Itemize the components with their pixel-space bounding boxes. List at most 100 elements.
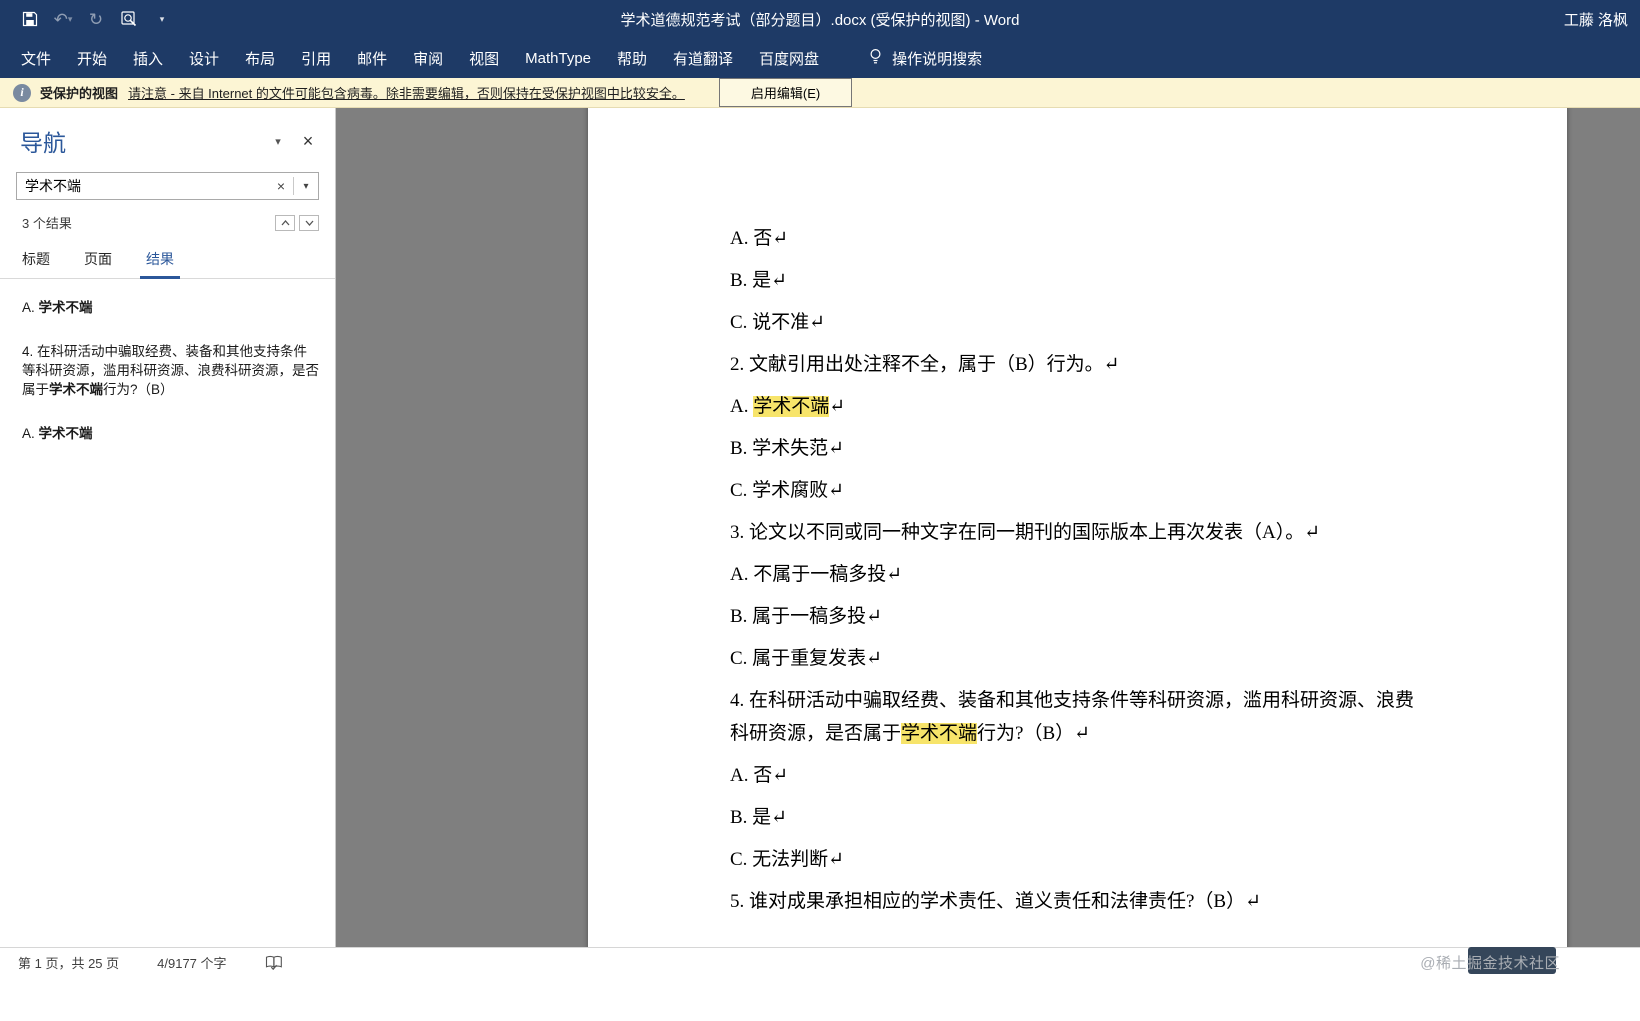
ribbon-tab-view[interactable]: 视图 <box>456 38 512 78</box>
undo-dropdown-icon[interactable]: ▾ <box>68 14 73 24</box>
nav-pane-options-icon[interactable]: ▾ <box>263 129 293 153</box>
watermark: @稀土掘金技术社区 <box>1420 955 1560 972</box>
protected-view-label: 受保护的视图 <box>40 86 119 101</box>
text-run: 3. 论文以不同或同一种文字在同一期刊的国际版本上再次发表（A）。↵ <box>730 522 1321 543</box>
proofing-status-icon[interactable] <box>265 955 283 970</box>
nav-tab-headings[interactable]: 标题 <box>16 243 56 278</box>
text-run: A. 不属于一稿多投↵ <box>730 564 903 585</box>
navigation-pane: 导航 ▾ × × ▾ 3 个结果 标题页面结果 A. 学术不端4. 在科研活动中… <box>0 108 336 947</box>
doc-paragraph: C. 学术腐败↵ <box>730 474 1420 507</box>
tell-me-icon <box>868 48 883 69</box>
qat-customize-icon[interactable]: ▾ <box>152 9 172 29</box>
save-icon[interactable] <box>20 9 40 29</box>
doc-paragraph: C. 说不准↵ <box>730 306 1420 339</box>
doc-paragraph: B. 是↵ <box>730 264 1420 297</box>
nav-pane-close-icon[interactable]: × <box>293 129 323 153</box>
search-clear-icon[interactable]: × <box>269 173 293 199</box>
text-run: A. 否↵ <box>730 765 789 786</box>
doc-paragraph: A. 否↵ <box>730 759 1420 792</box>
word-count-status[interactable]: 4/9177 个字 <box>157 953 226 972</box>
nav-result-count-row: 3 个结果 <box>22 213 319 232</box>
redo-icon[interactable]: ↻ <box>86 9 106 29</box>
text-run: A. <box>22 426 39 441</box>
doc-paragraph: A. 否↵ <box>730 222 1420 255</box>
navigation-title: 导航 <box>20 130 66 156</box>
highlighted-text: 学术不端 <box>901 723 978 744</box>
undo-icon[interactable]: ↶ ▾ <box>53 9 73 29</box>
tell-me-search[interactable]: 操作说明搜索 <box>868 48 982 69</box>
doc-paragraph: B. 属于一稿多投↵ <box>730 600 1420 633</box>
text-run: ↵ <box>829 396 846 417</box>
page-number-status[interactable]: 第 1 页，共 25 页 <box>18 953 119 972</box>
nav-result-item[interactable]: 4. 在科研活动中骗取经费、装备和其他支持条件等科研资源，滥用科研资源、浪费科研… <box>22 342 319 399</box>
ribbon-tab-mailings[interactable]: 邮件 <box>344 38 400 78</box>
text-run: C. 说不准↵ <box>730 312 826 333</box>
ribbon-tab-mathtype[interactable]: MathType <box>512 38 604 78</box>
doc-paragraph: 5. 谁对成果承担相应的学术责任、道义责任和法律责任?（B）↵ <box>730 885 1420 918</box>
text-run: 学术不端 <box>49 382 103 397</box>
nav-tab-results[interactable]: 结果 <box>140 243 180 279</box>
text-run: 2. 文献引用出处注释不全，属于（B）行为。↵ <box>730 354 1120 375</box>
result-count: 3 个结果 <box>22 216 72 231</box>
ribbon-tab-baidu-netdisk[interactable]: 百度网盘 <box>746 38 832 78</box>
bottom-strip <box>0 977 1640 1021</box>
tell-me-label: 操作说明搜索 <box>892 50 983 68</box>
ribbon-tab-file[interactable]: 文件 <box>8 38 64 78</box>
doc-paragraph: A. 学术不端↵ <box>730 390 1420 423</box>
enable-editing-button[interactable]: 启用编辑(E) <box>718 78 853 107</box>
main-area: 导航 ▾ × × ▾ 3 个结果 标题页面结果 A. 学术不端4. 在科研活动中… <box>0 108 1640 947</box>
text-run: 行为?（B）↵ <box>977 723 1091 744</box>
ribbon-tab-insert[interactable]: 插入 <box>120 38 176 78</box>
text-run: C. 属于重复发表↵ <box>730 648 883 669</box>
text-run: 行为?（B） <box>103 382 174 397</box>
protected-view-message[interactable]: 请注意 - 来自 Internet 的文件可能包含病毒。除非需要编辑，否则保持在… <box>128 83 685 102</box>
ribbon-tab-home[interactable]: 开始 <box>64 38 120 78</box>
doc-paragraph: B. 是↵ <box>730 801 1420 834</box>
document-canvas[interactable]: A. 否↵ B. 是↵ C. 说不准↵ 2. 文献引用出处注释不全，属于（B）行为。↵… <box>336 108 1640 947</box>
ribbon-tab-bar: 文件 开始 插入 设计 布局 引用 邮件 审阅 视图 MathType 帮助 有道翻译 百度网盘 操作说… <box>0 38 1640 78</box>
document-page: A. 否↵ B. 是↵ C. 说不准↵ 2. 文献引用出处注释不全，属于（B）行为。↵… <box>588 108 1567 947</box>
doc-content: A. 否↵ B. 是↵ C. 说不准↵ 2. 文献引用出处注释不全，属于（B）行为。↵… <box>730 222 1420 927</box>
previous-result-button[interactable] <box>275 214 295 231</box>
titlebar: ↶ ▾ ↻ ▾ 学术道德规范考试（部分题目）.docx (受保护的视图) - Wo… <box>0 0 1640 38</box>
ribbon-tab-review[interactable]: 审阅 <box>400 38 456 78</box>
text-run: 学术不端 <box>38 300 93 315</box>
ribbon-tab-layout[interactable]: 布局 <box>232 38 288 78</box>
text-run: 学术不端 <box>38 426 93 441</box>
window-title: 学术道德规范考试（部分题目）.docx (受保护的视图) - Word <box>620 11 1020 29</box>
doc-paragraph: C. 无法判断↵ <box>730 843 1420 876</box>
doc-paragraph: B. 学术失范↵ <box>730 432 1420 465</box>
text-run: B. 是↵ <box>730 807 788 828</box>
text-run: B. 学术失范↵ <box>730 438 845 459</box>
ribbon-tab-help[interactable]: 帮助 <box>604 38 660 78</box>
status-bar: 第 1 页，共 25 页 4/9177 个字 <box>0 947 1640 977</box>
quick-access-toolbar: ↶ ▾ ↻ ▾ <box>0 9 172 29</box>
text-run: A. 否↵ <box>730 228 789 249</box>
next-result-button[interactable] <box>299 214 319 231</box>
highlighted-text: 学术不端 <box>753 396 830 417</box>
nav-tab-pages[interactable]: 页面 <box>78 243 118 278</box>
nav-result-item[interactable]: A. 学术不端 <box>22 424 319 443</box>
nav-tab-list: 标题 页面 结果 <box>0 243 335 279</box>
ribbon-tab-references[interactable]: 引用 <box>288 38 344 78</box>
info-circle-icon: i <box>13 83 31 102</box>
text-run: 5. 谁对成果承担相应的学术责任、道义责任和法律责任?（B）↵ <box>730 891 1262 912</box>
ribbon-tab-design[interactable]: 设计 <box>176 38 232 78</box>
nav-results-list: A. 学术不端 4. 在科研活动中骗取经费、装备和其他支持条件等科研资源，滥用科研… <box>0 279 335 947</box>
text-run: B. 属于一稿多投↵ <box>730 606 883 627</box>
protected-view-bar: i 受保护的视图 请注意 - 来自 Internet 的文件可能包含病毒。除非需… <box>0 78 1640 108</box>
word-window: ↶ ▾ ↻ ▾ 学术道德规范考试（部分题目）.docx (受保护的视图) - Wo… <box>0 0 1640 1021</box>
account-user-name[interactable]: 工藤 洛枫 <box>1564 9 1640 30</box>
doc-paragraph: 3. 论文以不同或同一种文字在同一期刊的国际版本上再次发表（A）。↵ <box>730 516 1420 549</box>
nav-result-item[interactable]: A. 学术不端 <box>22 298 319 317</box>
text-run: B. 是↵ <box>730 270 788 291</box>
ribbon-tab-list: 文件 开始 插入 设计 布局 引用 邮件 审阅 视图 MathType 帮助 有道翻译 百度网盘 <box>0 38 832 78</box>
print-preview-icon[interactable] <box>119 9 139 29</box>
search-dropdown-icon[interactable]: ▾ <box>294 173 318 199</box>
doc-paragraph: 4. 在科研活动中骗取经费、装备和其他支持条件等科研资源，滥用科研资源、浪费科研… <box>730 684 1420 750</box>
doc-paragraph: C. 属于重复发表↵ <box>730 642 1420 675</box>
text-run: C. 学术腐败↵ <box>730 480 845 501</box>
ribbon-tab-youdao-translate[interactable]: 有道翻译 <box>660 38 746 78</box>
text-run: A. <box>730 396 754 417</box>
nav-search-input[interactable] <box>17 173 269 199</box>
